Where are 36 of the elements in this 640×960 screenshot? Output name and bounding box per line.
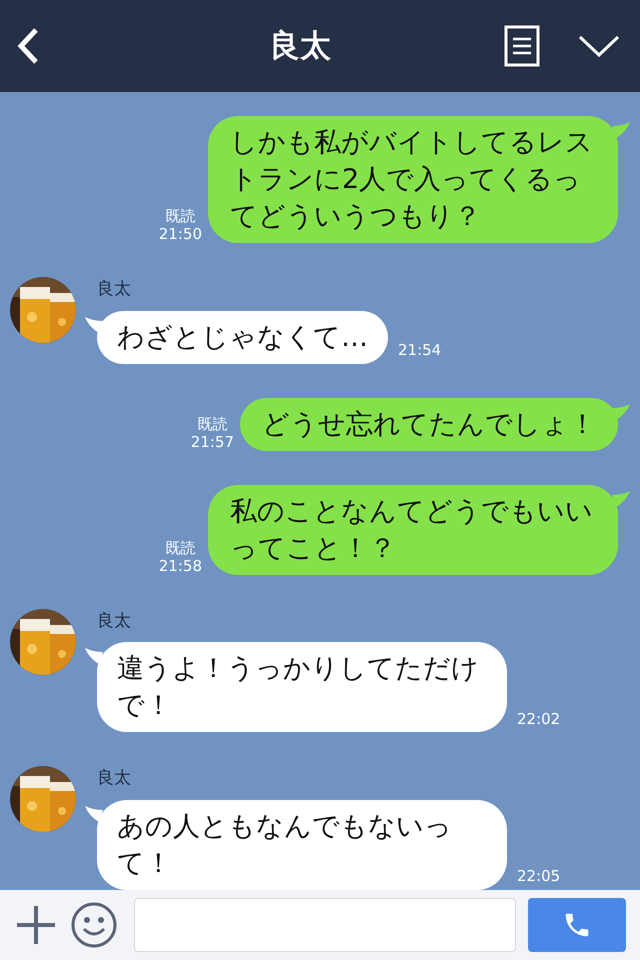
- message-bubble: しかも私がバイトしてるレストランに2人で入ってくるってどういうつもり？: [208, 116, 618, 243]
- read-receipt: 既読: [165, 538, 196, 556]
- message-input[interactable]: [134, 898, 516, 952]
- read-receipt: 既読: [165, 207, 196, 225]
- bubble-tail: [612, 490, 630, 506]
- bubble-tail: [85, 806, 103, 822]
- sender-name: 良太: [97, 767, 132, 790]
- message-time: 22:05: [517, 866, 560, 887]
- chat-title: 良太: [269, 26, 331, 66]
- back-icon: [16, 27, 40, 65]
- sender-name: 良太: [97, 610, 132, 632]
- message-bubble: 私のことなんてどうでもいいってこと！？: [208, 484, 618, 574]
- message-time: 21:50: [158, 225, 202, 243]
- message-bubble: どうせ忘れてたんでしょ！: [240, 398, 618, 450]
- plus-icon: [14, 903, 58, 947]
- message-bubble: あの人ともなんでもないって！: [97, 800, 507, 890]
- emoji-button[interactable]: [70, 901, 118, 949]
- message-bubble: 違うよ！うっかりしてただけで！: [97, 642, 507, 732]
- send-button[interactable]: [528, 898, 626, 952]
- message-time: 21:54: [398, 340, 442, 361]
- message-bubble: わざとじゃなくて…: [97, 310, 388, 364]
- add-button[interactable]: [14, 903, 58, 947]
- message-time: 22:02: [517, 708, 560, 730]
- message-time: 21:57: [190, 432, 234, 450]
- notes-icon: [504, 25, 540, 67]
- notes-button[interactable]: [504, 25, 540, 67]
- bubble-tail: [85, 316, 103, 332]
- read-receipt: 既読: [197, 414, 228, 432]
- chevron-down-icon: [578, 34, 620, 58]
- bubble-tail: [85, 648, 103, 664]
- bubble-tail: [612, 122, 630, 138]
- bubble-tail: [612, 404, 630, 420]
- dropdown-button[interactable]: [578, 34, 620, 58]
- smiley-icon: [70, 901, 118, 949]
- sender-name: 良太: [97, 278, 132, 301]
- message-time: 21:58: [158, 556, 202, 574]
